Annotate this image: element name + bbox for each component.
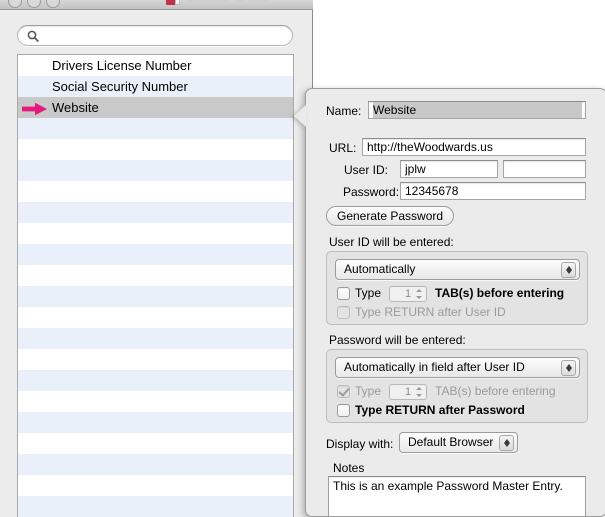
list-item[interactable] bbox=[18, 391, 293, 412]
list-item[interactable] bbox=[18, 139, 293, 160]
close-button[interactable] bbox=[8, 0, 22, 8]
list-item[interactable] bbox=[18, 370, 293, 391]
list-item[interactable] bbox=[18, 412, 293, 433]
password-field[interactable] bbox=[400, 182, 586, 200]
window-titlebar bbox=[0, 0, 313, 10]
user-id-method-value: Automatically bbox=[344, 262, 416, 276]
name-label: Name: bbox=[326, 104, 362, 118]
list-item[interactable] bbox=[18, 244, 293, 265]
list-item[interactable] bbox=[18, 475, 293, 496]
main-window: Drivers License Number Social Security Nu… bbox=[0, 0, 313, 517]
notes-label: Notes bbox=[333, 461, 365, 475]
list-item[interactable] bbox=[18, 118, 293, 139]
minimize-button[interactable] bbox=[27, 0, 41, 8]
password-entry-group: Automatically in field after User ID Typ… bbox=[326, 349, 588, 423]
list-item-label: Website bbox=[52, 100, 99, 115]
user-id-tab-count-value: 1 bbox=[404, 288, 412, 300]
password-tab-checkbox bbox=[337, 385, 350, 398]
user-id-tab-label-before: Type bbox=[355, 286, 382, 300]
list-item[interactable] bbox=[18, 223, 293, 244]
password-tab-count-value: 1 bbox=[404, 386, 412, 398]
generate-password-button[interactable]: Generate Password bbox=[326, 206, 455, 226]
name-field[interactable] bbox=[368, 101, 586, 119]
list-item[interactable] bbox=[18, 160, 293, 181]
user-id-entry-group: Automatically Type 1 TAB(s) before enter… bbox=[326, 251, 588, 325]
notes-textarea[interactable]: This is an example Password Master Entry… bbox=[328, 476, 586, 516]
list-item[interactable] bbox=[18, 265, 293, 286]
password-tab-label-after: TAB(s) before entering bbox=[435, 384, 556, 398]
password-method-value: Automatically in field after User ID bbox=[344, 360, 525, 374]
display-with-popup[interactable]: Default Browser bbox=[399, 432, 518, 453]
entry-list[interactable]: Drivers License Number Social Security Nu… bbox=[17, 54, 294, 517]
password-tab-label-before: Type bbox=[355, 384, 382, 398]
user-id-extra-input[interactable] bbox=[508, 161, 582, 177]
list-item-label: Drivers License Number bbox=[52, 58, 192, 73]
user-id-tab-checkbox[interactable] bbox=[337, 287, 350, 300]
name-input[interactable] bbox=[373, 102, 582, 118]
user-id-return-label: Type RETURN after User ID bbox=[355, 305, 506, 319]
password-method-popup[interactable]: Automatically in field after User ID bbox=[335, 357, 580, 378]
stepper-arrows-icon[interactable] bbox=[415, 288, 424, 300]
user-id-extra-field[interactable] bbox=[503, 160, 586, 178]
user-id-tab-label-after: TAB(s) before entering bbox=[435, 286, 565, 300]
user-id-group-title: User ID will be entered: bbox=[329, 235, 454, 249]
stepper-arrows-icon bbox=[415, 386, 424, 398]
zoom-button[interactable] bbox=[46, 0, 60, 8]
display-with-value: Default Browser bbox=[408, 435, 494, 449]
user-id-field[interactable] bbox=[400, 160, 498, 178]
list-item[interactable] bbox=[18, 349, 293, 370]
toolbar-item-3[interactable] bbox=[248, 0, 268, 2]
list-item[interactable] bbox=[18, 286, 293, 307]
screen: Drivers License Number Social Security Nu… bbox=[0, 0, 605, 517]
list-item[interactable] bbox=[18, 307, 293, 328]
url-field[interactable] bbox=[362, 138, 586, 156]
user-id-return-checkbox bbox=[337, 306, 350, 319]
list-item[interactable] bbox=[18, 328, 293, 349]
chevron-updown-icon bbox=[561, 360, 576, 376]
list-item[interactable] bbox=[18, 181, 293, 202]
password-label: Password: bbox=[343, 185, 400, 199]
list-item[interactable]: Website bbox=[18, 97, 293, 118]
toolbar-item-1[interactable] bbox=[186, 0, 228, 2]
user-id-tab-count-stepper[interactable]: 1 bbox=[389, 286, 427, 302]
list-item[interactable] bbox=[18, 202, 293, 223]
password-return-label: Type RETURN after Password bbox=[355, 403, 525, 417]
chevron-updown-icon bbox=[561, 262, 576, 278]
search-icon bbox=[27, 30, 39, 42]
sidebar: Drivers License Number Social Security Nu… bbox=[0, 10, 312, 517]
chevron-updown-icon bbox=[499, 435, 514, 451]
list-item[interactable]: Social Security Number bbox=[18, 76, 293, 97]
url-label: URL: bbox=[329, 141, 357, 155]
url-input[interactable] bbox=[367, 139, 582, 155]
user-id-method-popup[interactable]: Automatically bbox=[335, 259, 580, 280]
list-item[interactable] bbox=[18, 433, 293, 454]
password-input[interactable] bbox=[405, 183, 582, 199]
user-id-input[interactable] bbox=[405, 161, 494, 177]
list-item-label: Social Security Number bbox=[52, 79, 188, 94]
list-item[interactable]: Drivers License Number bbox=[18, 55, 293, 76]
popover-tail bbox=[294, 105, 306, 127]
list-item[interactable] bbox=[18, 496, 293, 517]
password-return-checkbox[interactable] bbox=[337, 404, 350, 417]
password-tab-count-stepper: 1 bbox=[389, 384, 427, 400]
display-with-label: Display with: bbox=[326, 437, 394, 451]
toolbar-item-2[interactable] bbox=[236, 0, 244, 2]
entry-detail-popover: Name: URL: User ID: Password: bbox=[294, 88, 605, 517]
user-id-label: User ID: bbox=[344, 163, 389, 177]
search-input[interactable] bbox=[44, 28, 282, 44]
popover-content: Name: URL: User ID: Password: bbox=[306, 89, 605, 516]
search-field[interactable] bbox=[17, 25, 293, 46]
selection-arrow-icon bbox=[21, 101, 49, 116]
password-group-title: Password will be entered: bbox=[329, 333, 466, 347]
list-item[interactable] bbox=[18, 454, 293, 475]
toolbar-app-icon[interactable] bbox=[166, 0, 180, 5]
